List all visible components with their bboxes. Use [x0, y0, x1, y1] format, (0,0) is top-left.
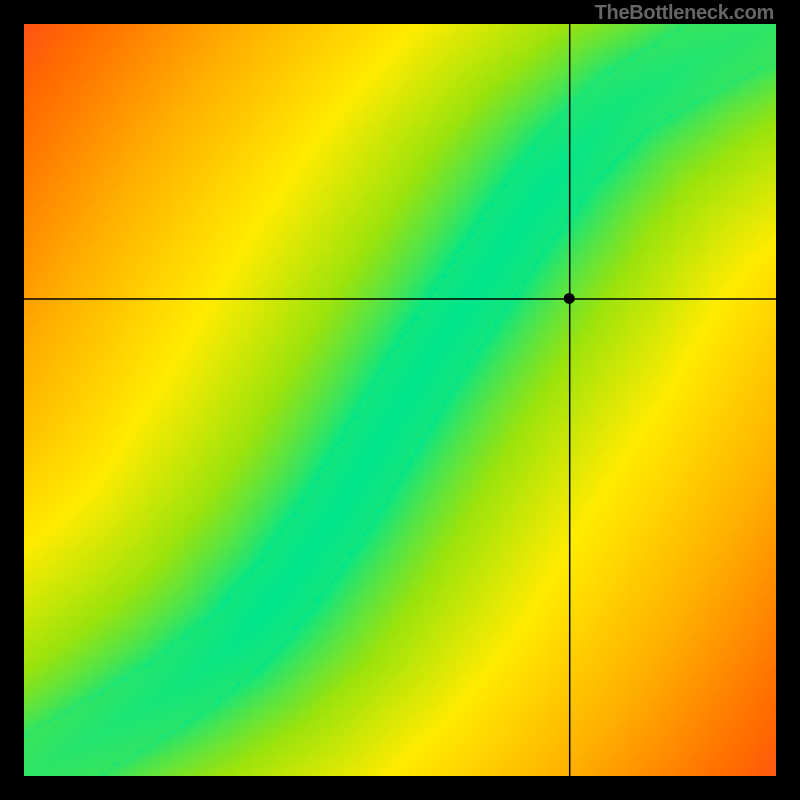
heatmap-canvas [24, 24, 776, 776]
chart-frame: TheBottleneck.com [0, 0, 800, 800]
heatmap-plot [24, 24, 776, 776]
attribution-label: TheBottleneck.com [595, 2, 774, 25]
